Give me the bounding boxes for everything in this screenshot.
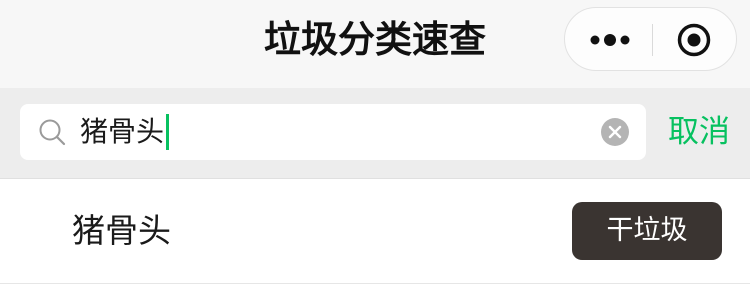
category-badge: 干垃圾 [572, 202, 722, 260]
text-cursor [166, 114, 170, 150]
search-input[interactable]: 猪骨头 [20, 104, 646, 160]
item-name: 猪骨头 [72, 211, 171, 250]
search-input-content: 猪骨头 [80, 104, 170, 160]
more-dots-icon [590, 34, 630, 46]
search-input-value: 猪骨头 [80, 115, 165, 148]
results-list: 猪骨头 干垃圾 [0, 179, 750, 307]
list-item[interactable]: 猪骨头 干垃圾 [0, 179, 750, 284]
clear-icon [601, 118, 629, 146]
search-icon [39, 119, 66, 146]
exit-button[interactable] [670, 20, 718, 60]
capsule-divider [652, 24, 653, 56]
target-circle-icon [677, 23, 711, 57]
clear-button[interactable] [601, 118, 629, 146]
navigation-bar: 垃圾分类速查 [0, 0, 750, 88]
search-bar: 猪骨头 取消 [0, 88, 750, 179]
cancel-button[interactable]: 取消 [648, 104, 750, 160]
search-icon-wrap [37, 117, 67, 147]
capsule-menu [564, 7, 737, 71]
more-button[interactable] [586, 20, 634, 60]
